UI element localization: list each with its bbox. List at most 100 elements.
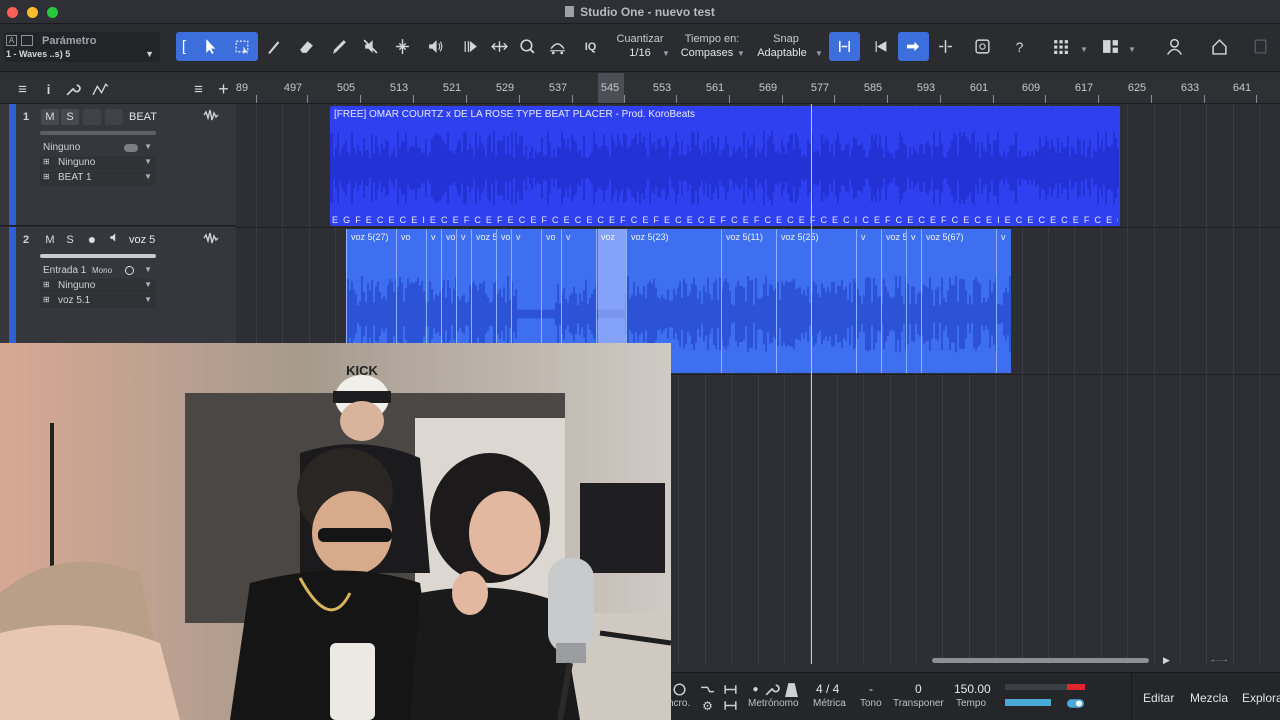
layer-select[interactable]: ⊞ BEAT 1 ▼ bbox=[40, 171, 156, 185]
volume-slider[interactable] bbox=[40, 254, 156, 258]
voz-clip[interactable] bbox=[906, 229, 907, 373]
ruler-tick bbox=[572, 95, 573, 103]
window-title-container: Studio One - nuevo test bbox=[0, 5, 1280, 19]
output-select[interactable]: ⊞ Ninguno ▼ bbox=[40, 156, 156, 170]
chevron-down-icon: ▼ bbox=[144, 265, 152, 274]
input-select[interactable]: Ninguno ▼ bbox=[40, 141, 156, 155]
ruler-tick bbox=[360, 95, 361, 103]
bend-tool-icon[interactable] bbox=[388, 32, 417, 61]
voz-clip-label: vo bbox=[446, 232, 456, 242]
zoom-icon[interactable] bbox=[513, 32, 542, 61]
layout-icon[interactable] bbox=[1096, 32, 1125, 61]
voz-clip-label: vo bbox=[401, 232, 411, 242]
input-monitor-icon[interactable] bbox=[125, 266, 134, 275]
input-mode: Mono bbox=[92, 266, 113, 275]
automation-icon: A bbox=[6, 35, 17, 46]
autoscroll-icon[interactable] bbox=[968, 32, 997, 61]
toggle-switch-icon[interactable] bbox=[1065, 689, 1085, 718]
snap-select[interactable]: Adaptable bbox=[752, 47, 812, 59]
audio-clip-beat[interactable]: [FREE] OMAR COURTZ x DE LA ROSE TYPE BEA… bbox=[330, 106, 1120, 226]
voz-clip[interactable] bbox=[881, 229, 882, 373]
tab-edit[interactable]: Editar bbox=[1143, 691, 1174, 705]
ruler-bar-number: 617 bbox=[1074, 82, 1094, 94]
horizontal-scrollbar[interactable] bbox=[932, 658, 1149, 663]
quantize-select[interactable]: 1/16 bbox=[612, 47, 668, 59]
range-tool-icon[interactable] bbox=[228, 32, 257, 61]
stretch-icon[interactable] bbox=[485, 32, 514, 61]
mute-button[interactable]: M bbox=[41, 109, 59, 125]
home-icon[interactable] bbox=[1205, 32, 1234, 61]
listen-tool-icon[interactable] bbox=[421, 32, 450, 61]
split-tool-icon[interactable] bbox=[259, 32, 288, 61]
webcam-overlay: KICK bbox=[0, 343, 671, 720]
menu-icon[interactable]: ≡ bbox=[8, 75, 37, 104]
track-name[interactable]: voz 5 bbox=[129, 234, 155, 246]
mute-button[interactable]: M bbox=[41, 232, 59, 248]
transpose-value[interactable]: 0 bbox=[915, 682, 922, 696]
voz-clip[interactable] bbox=[996, 229, 997, 373]
grid-view-icon[interactable] bbox=[1046, 32, 1075, 61]
snap-events-icon[interactable] bbox=[867, 32, 896, 61]
parameter-selector[interactable]: A Parámetro 1 - Waves ..s) 5 ▼ bbox=[4, 32, 160, 62]
voz-clip[interactable] bbox=[721, 229, 722, 373]
volume-slider[interactable] bbox=[40, 131, 156, 135]
ruler-bar-number: 593 bbox=[916, 82, 936, 94]
ruler-tick bbox=[1045, 95, 1046, 103]
input-select[interactable]: Entrada 1 Mono ▼ bbox=[40, 264, 156, 278]
playhead-cursor[interactable] bbox=[811, 104, 812, 664]
nudge-left-icon[interactable] bbox=[456, 32, 485, 61]
zoom-slider[interactable] bbox=[1176, 646, 1260, 675]
solo-button[interactable]: S bbox=[61, 109, 79, 125]
automation-curve-icon[interactable] bbox=[86, 75, 115, 104]
timeline-ruler[interactable]: 89 497 505 513 521 529 537 545 553 561 569 577 585 59… bbox=[236, 73, 1280, 104]
record-button[interactable] bbox=[83, 109, 101, 125]
voz-clip[interactable] bbox=[856, 229, 857, 373]
ruler-tick bbox=[1151, 95, 1152, 103]
arrow-tool-icon[interactable] bbox=[196, 32, 225, 61]
track-name[interactable]: BEAT bbox=[129, 111, 157, 123]
paint-tool-icon[interactable] bbox=[325, 32, 354, 61]
grid-line bbox=[1180, 104, 1181, 664]
voz-clip[interactable] bbox=[921, 229, 922, 373]
tab-mix[interactable]: Mezcla bbox=[1190, 691, 1228, 705]
track-color-strip bbox=[9, 104, 16, 225]
voz-clip-label: voz 5 bbox=[476, 232, 498, 242]
split-point-icon[interactable] bbox=[931, 32, 960, 61]
timebase-select[interactable]: Compases bbox=[676, 47, 738, 59]
time-signature-value[interactable]: 4 / 4 bbox=[816, 682, 839, 696]
waveform-icon[interactable] bbox=[203, 109, 219, 124]
toggle-icon[interactable] bbox=[124, 144, 138, 152]
wrench-icon[interactable] bbox=[58, 75, 87, 104]
layer-select[interactable]: ⊞ voz 5.1 ▼ bbox=[40, 294, 156, 308]
snap-to-grid-button[interactable] bbox=[829, 32, 860, 61]
ruler-bar-number: 609 bbox=[1021, 82, 1041, 94]
track-header-beat[interactable]: 1 M S BEAT Ninguno ▼ ⊞ Ninguno ▼ ⊞ BEAT … bbox=[0, 104, 236, 226]
iq-quantize-button[interactable]: IQ bbox=[576, 32, 605, 61]
waveform-icon[interactable] bbox=[203, 232, 219, 247]
monitor-button[interactable] bbox=[105, 232, 123, 248]
tempo-value[interactable]: 150.00 bbox=[954, 682, 991, 696]
eraser-tool-icon[interactable] bbox=[292, 32, 321, 61]
parameter-list-icon bbox=[21, 35, 33, 46]
monitor-button[interactable] bbox=[105, 109, 123, 125]
chevron-down-icon: ▼ bbox=[1080, 45, 1088, 54]
output-select[interactable]: ⊞ Ninguno ▼ bbox=[40, 279, 156, 293]
help-button[interactable]: ? bbox=[1005, 32, 1034, 61]
ruler-tick bbox=[624, 95, 625, 103]
panel-toggle-icon[interactable] bbox=[1250, 32, 1270, 61]
solo-button[interactable]: S bbox=[61, 232, 79, 248]
add-track-icon[interactable]: + bbox=[209, 75, 238, 104]
range-bracket-icon[interactable]: [ bbox=[176, 32, 192, 61]
input-value: Entrada 1 bbox=[43, 265, 87, 276]
snap-label: Snap bbox=[773, 33, 799, 45]
key-value[interactable]: - bbox=[869, 682, 873, 696]
time-signature-label: Métrica bbox=[813, 698, 846, 709]
track-list-header: ≡ i ≡ + bbox=[0, 73, 236, 104]
crossfade-icon[interactable] bbox=[543, 32, 572, 61]
record-arm-button[interactable]: ● bbox=[83, 232, 101, 248]
tab-browse[interactable]: Explora bbox=[1242, 691, 1280, 705]
voz-clip[interactable] bbox=[776, 229, 777, 373]
snap-cursor-button[interactable] bbox=[898, 32, 929, 61]
mute-tool-icon[interactable] bbox=[356, 32, 385, 61]
user-icon[interactable] bbox=[1160, 32, 1189, 61]
